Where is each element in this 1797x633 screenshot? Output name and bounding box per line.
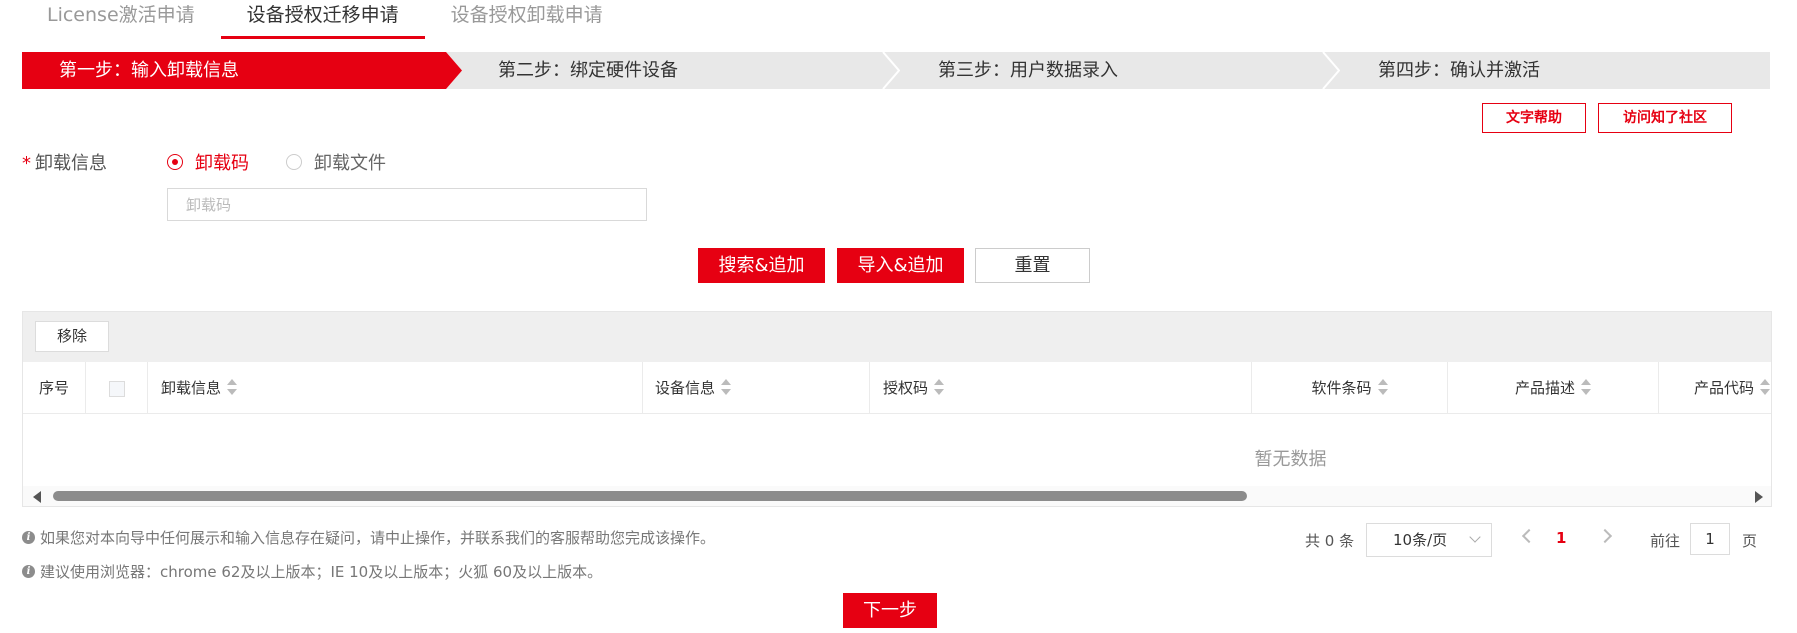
chevron-down-icon (1469, 531, 1481, 543)
step-4: 第四步：确认并激活 (1378, 60, 1540, 81)
reset-button[interactable]: 重置 (975, 248, 1090, 283)
col-product-desc-label: 产品描述 (1514, 379, 1575, 397)
page-unit-label: 页 (1742, 532, 1758, 550)
col-device-info-label: 设备信息 (655, 379, 716, 397)
info-icon: i (22, 565, 35, 578)
next-page-icon[interactable] (1597, 528, 1613, 544)
page-size-select[interactable]: 10条/页 (1366, 523, 1492, 557)
page-number-current[interactable]: 1 (1556, 529, 1566, 547)
radio-uninstall-code[interactable]: 卸载码 (167, 149, 249, 175)
import-add-button[interactable]: 导入&追加 (837, 248, 964, 283)
tab-license-activation[interactable]: License激活申请 (22, 0, 221, 38)
note-help: i 如果您对本向导中任何展示和输入信息存在疑问，请中止操作，并联系我们的客服帮助… (22, 527, 715, 548)
empty-placeholder: 暂无数据 (1254, 449, 1327, 470)
uninstall-code-input[interactable] (167, 188, 647, 221)
required-mark: * (22, 153, 31, 174)
step-2: 第二步：绑定硬件设备 (498, 60, 678, 81)
info-icon: i (22, 531, 35, 544)
sort-icon[interactable] (227, 378, 238, 395)
sort-icon[interactable] (721, 378, 732, 395)
scroll-right-icon[interactable] (1755, 491, 1763, 503)
radio-checked-icon (167, 154, 183, 170)
tab-device-migration[interactable]: 设备授权迁移申请 (220, 0, 425, 39)
uninstall-info-label: * 卸载信息 (22, 149, 107, 175)
goto-label: 前往 (1650, 532, 1681, 550)
col-product-code[interactable]: 产品代码 (1659, 362, 1771, 414)
step-separator-icon (1322, 52, 1340, 89)
scroll-thumb[interactable] (53, 491, 1247, 501)
step-indicator: 第一步：输入卸载信息 第二步：绑定硬件设备 第三步：用户数据录入 第四步：确认并… (22, 52, 1770, 89)
col-uninstall-info[interactable]: 卸载信息 (148, 362, 643, 414)
sort-icon[interactable] (1581, 378, 1591, 395)
prev-page-icon[interactable] (1521, 528, 1537, 544)
note-browser-text: 建议使用浏览器：chrome 62及以上版本；IE 10及以上版本；火狐 60及… (40, 563, 603, 581)
next-step-button[interactable]: 下一步 (843, 593, 937, 628)
col-uninstall-info-label: 卸载信息 (161, 379, 222, 397)
sort-icon[interactable] (1377, 378, 1388, 395)
scroll-left-icon[interactable] (33, 491, 41, 503)
tab-bar: License激活申请 设备授权迁移申请 设备授权卸载申请 (22, 0, 629, 40)
radio-uninstall-file-label: 卸载文件 (314, 153, 386, 174)
uninstall-table: 移除 序号 卸载信息 设备信息 授权码 软件条码 产品描述 产品代码 暂无数据 (22, 311, 1772, 507)
text-help-button[interactable]: 文字帮助 (1482, 103, 1586, 133)
col-product-desc[interactable]: 产品描述 (1448, 362, 1659, 414)
select-all-checkbox[interactable] (108, 380, 125, 397)
note-browser: i 建议使用浏览器：chrome 62及以上版本；IE 10及以上版本；火狐 6… (22, 561, 602, 582)
table-header: 序号 卸载信息 设备信息 授权码 软件条码 产品描述 产品代码 (23, 362, 1771, 414)
step-3: 第三步：用户数据录入 (938, 60, 1118, 81)
community-button[interactable]: 访问知了社区 (1598, 103, 1732, 133)
col-device-info[interactable]: 设备信息 (643, 362, 870, 414)
horizontal-scrollbar[interactable] (23, 486, 1771, 506)
col-software-barcode-label: 软件条码 (1311, 379, 1372, 397)
search-add-button[interactable]: 搜索&追加 (698, 248, 825, 283)
tab-device-uninstall[interactable]: 设备授权卸载申请 (425, 0, 629, 38)
col-auth-code-label: 授权码 (883, 379, 929, 397)
col-auth-code[interactable]: 授权码 (870, 362, 1252, 414)
table-toolbar: 移除 (23, 312, 1771, 362)
radio-uninstall-code-label: 卸载码 (195, 153, 249, 174)
sort-icon[interactable] (934, 378, 945, 395)
col-software-barcode[interactable]: 软件条码 (1252, 362, 1448, 414)
col-select (86, 362, 148, 414)
remove-button[interactable]: 移除 (35, 321, 109, 352)
sort-icon[interactable] (1760, 378, 1771, 395)
radio-uninstall-file[interactable]: 卸载文件 (286, 149, 386, 175)
page-size-value: 10条/页 (1393, 531, 1448, 549)
note-help-text: 如果您对本向导中任何展示和输入信息存在疑问，请中止操作，并联系我们的客服帮助您完… (40, 529, 716, 547)
goto-page-input[interactable]: 1 (1690, 523, 1730, 555)
step-separator-icon (882, 52, 900, 89)
step-1: 第一步：输入卸载信息 (22, 52, 462, 89)
pagination-total: 共 0 条 (1305, 532, 1355, 550)
col-index: 序号 (23, 362, 86, 414)
uninstall-info-label-text: 卸载信息 (35, 153, 107, 174)
col-product-code-label: 产品代码 (1694, 379, 1755, 397)
radio-unchecked-icon (286, 154, 302, 170)
